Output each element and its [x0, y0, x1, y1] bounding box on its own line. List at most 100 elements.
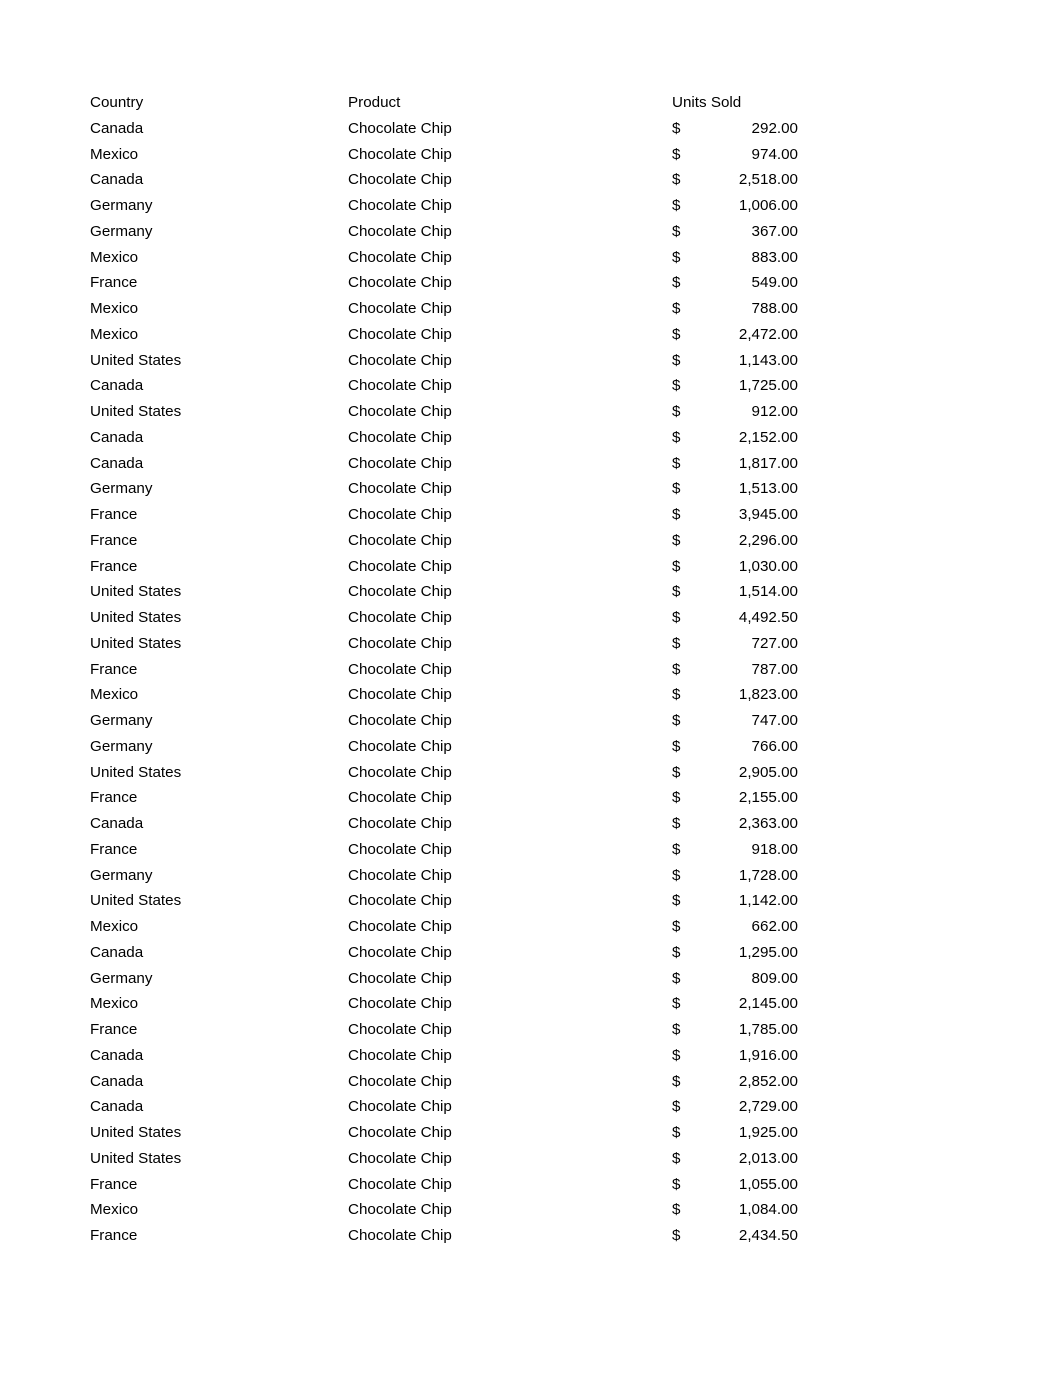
cell-currency-symbol: $ [672, 248, 681, 266]
cell-product: Chocolate Chip [348, 351, 452, 369]
cell-product: Chocolate Chip [348, 1124, 452, 1141]
cell-product: Chocolate Chip [348, 377, 452, 395]
cell-units-sold: 1,817.00 [738, 454, 798, 472]
cell-country: Canada [90, 377, 144, 395]
cell-product: Chocolate Chip [348, 145, 452, 163]
cell-units-sold: 2,363.00 [738, 815, 798, 832]
table-row: Germany Chocolate Chip $1,513.00 [90, 476, 798, 502]
cell-product: Chocolate Chip [348, 300, 452, 317]
cell-product: Chocolate Chip [348, 1227, 452, 1244]
cell-country: Canada [90, 1098, 144, 1116]
cell-product: Chocolate Chip [348, 1149, 452, 1167]
table-row: United States Chocolate Chip $1,925.00 [90, 1120, 798, 1146]
cell-currency-symbol: $ [672, 634, 681, 652]
sales-data-table: Country Product Units Sold Canada Chocola… [90, 90, 798, 1249]
cell-units-sold: 1,084.00 [738, 1201, 798, 1219]
cell-country: United States [90, 634, 182, 652]
cell-currency-symbol: $ [672, 197, 681, 214]
cell-units-sold: 2,852.00 [738, 1072, 798, 1090]
cell-country: United States [90, 892, 182, 910]
table-row: United States Chocolate Chip $1,514.00 [90, 579, 798, 605]
cell-units-sold: 1,514.00 [738, 583, 798, 601]
cell-units-sold: 809.00 [751, 969, 798, 987]
table-row: Canada Chocolate Chip $1,295.00 [90, 940, 798, 966]
cell-country: Germany [90, 712, 153, 729]
cell-product: Chocolate Chip [348, 686, 452, 704]
cell-units-sold: 918.00 [751, 840, 798, 858]
cell-currency-symbol: $ [672, 866, 681, 884]
cell-currency-symbol: $ [672, 609, 681, 626]
cell-product: Chocolate Chip [348, 222, 452, 240]
cell-currency-symbol: $ [672, 454, 681, 472]
cell-country: France [90, 840, 138, 858]
cell-country: Mexico [90, 995, 139, 1013]
table-row: France Chocolate Chip $787.00 [90, 657, 798, 683]
column-header-units-sold: Units Sold [672, 94, 742, 111]
cell-country: France [90, 506, 138, 523]
cell-product: Chocolate Chip [348, 1046, 452, 1064]
cell-units-sold: 2,729.00 [738, 1098, 798, 1116]
cell-country: United States [90, 583, 182, 601]
cell-country: France [90, 274, 138, 292]
cell-units-sold: 1,823.00 [738, 686, 798, 704]
table-row: United States Chocolate Chip $727.00 [90, 631, 798, 657]
cell-currency-symbol: $ [672, 171, 681, 189]
cell-units-sold: 2,434.50 [738, 1227, 798, 1244]
cell-product: Chocolate Chip [348, 557, 452, 575]
cell-currency-symbol: $ [672, 119, 681, 137]
cell-country: Germany [90, 197, 153, 214]
cell-product: Chocolate Chip [348, 737, 452, 755]
cell-product: Chocolate Chip [348, 506, 452, 523]
table-row: Mexico Chocolate Chip $2,472.00 [90, 322, 798, 348]
cell-product: Chocolate Chip [348, 634, 452, 652]
cell-units-sold: 662.00 [751, 918, 798, 935]
cell-units-sold: 3,945.00 [738, 506, 798, 523]
cell-product: Chocolate Chip [348, 325, 452, 343]
cell-currency-symbol: $ [672, 892, 681, 910]
cell-currency-symbol: $ [672, 403, 681, 420]
header-row: Country Product Units Sold [90, 90, 798, 116]
cell-units-sold: 2,013.00 [738, 1149, 798, 1167]
cell-units-sold: 912.00 [751, 403, 798, 420]
cell-country: France [90, 531, 138, 549]
cell-product: Chocolate Chip [348, 815, 452, 832]
cell-currency-symbol: $ [672, 737, 681, 755]
table-row: Germany Chocolate Chip $747.00 [90, 708, 798, 734]
cell-units-sold: 1,006.00 [738, 197, 798, 214]
spreadsheet-page: Country Product Units Sold Canada Chocola… [0, 0, 1062, 1376]
cell-currency-symbol: $ [672, 943, 681, 961]
cell-currency-symbol: $ [672, 506, 681, 523]
table-row: Canada Chocolate Chip $1,916.00 [90, 1043, 798, 1069]
cell-units-sold: 883.00 [751, 248, 798, 266]
cell-country: France [90, 660, 138, 678]
cell-currency-symbol: $ [672, 1021, 681, 1038]
cell-country: Mexico [90, 686, 139, 704]
cell-country: France [90, 789, 138, 807]
cell-units-sold: 2,155.00 [738, 789, 798, 807]
cell-currency-symbol: $ [672, 815, 681, 832]
cell-country: Mexico [90, 300, 139, 317]
cell-product: Chocolate Chip [348, 969, 452, 987]
cell-units-sold: 1,055.00 [738, 1175, 798, 1193]
table-row: Canada Chocolate Chip $2,152.00 [90, 425, 798, 451]
cell-country: Germany [90, 222, 153, 240]
cell-country: Germany [90, 480, 153, 498]
table-row: Mexico Chocolate Chip $788.00 [90, 296, 798, 322]
cell-country: Mexico [90, 145, 139, 163]
cell-country: France [90, 557, 138, 575]
cell-currency-symbol: $ [672, 1046, 681, 1064]
table-row: United States Chocolate Chip $1,142.00 [90, 888, 798, 914]
cell-currency-symbol: $ [672, 583, 681, 601]
cell-country: Canada [90, 943, 144, 961]
table-body: Canada Chocolate Chip $292.00 Mexico Chocola… [90, 116, 798, 1249]
table-header: Country Product Units Sold [90, 90, 798, 116]
cell-country: Canada [90, 1046, 144, 1064]
cell-currency-symbol: $ [672, 300, 681, 317]
table-row: France Chocolate Chip $549.00 [90, 270, 798, 296]
cell-product: Chocolate Chip [348, 531, 452, 549]
cell-product: Chocolate Chip [348, 480, 452, 498]
table-row: France Chocolate Chip $1,785.00 [90, 1017, 798, 1043]
cell-units-sold: 2,296.00 [738, 531, 798, 549]
cell-units-sold: 1,728.00 [738, 866, 798, 884]
cell-units-sold: 1,142.00 [738, 892, 798, 910]
